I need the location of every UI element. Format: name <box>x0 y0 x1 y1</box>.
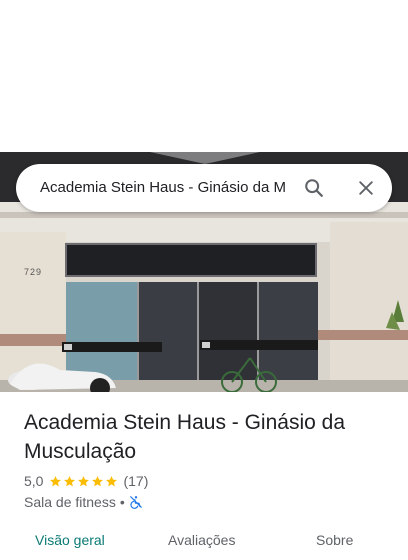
search-input[interactable]: Academia Stein Haus - Ginásio da M <box>40 164 302 212</box>
wheelchair-not-accessible-icon <box>129 496 142 509</box>
star-icon <box>106 475 118 486</box>
star-icon <box>92 475 104 486</box>
search-bar[interactable]: Academia Stein Haus - Ginásio da M <box>16 164 392 212</box>
place-category: Sala de fitness <box>24 494 116 510</box>
star-icon <box>78 475 90 486</box>
category-row: Sala de fitness • <box>24 493 143 511</box>
tab-reviews[interactable]: Avaliações <box>168 532 235 548</box>
rating-row[interactable]: 5,0 (17) <box>24 472 148 490</box>
separator: • <box>119 494 125 510</box>
star-icon <box>50 475 62 486</box>
close-button[interactable] <box>350 172 382 204</box>
tab-overview[interactable]: Visão geral <box>35 532 105 548</box>
star-rating <box>49 475 119 488</box>
review-count[interactable]: (17) <box>123 473 148 489</box>
search-button[interactable] <box>298 172 330 204</box>
star-icon <box>64 475 76 486</box>
search-icon <box>305 179 323 197</box>
tab-about[interactable]: Sobre <box>316 532 353 548</box>
rating-value: 5,0 <box>24 473 44 489</box>
place-title: Academia Stein Haus - Ginásio da Muscula… <box>24 411 345 463</box>
close-icon <box>359 181 373 195</box>
building-number: 729 <box>24 267 43 277</box>
place-tabs: Visão geral Avaliações Sobre <box>0 530 408 560</box>
